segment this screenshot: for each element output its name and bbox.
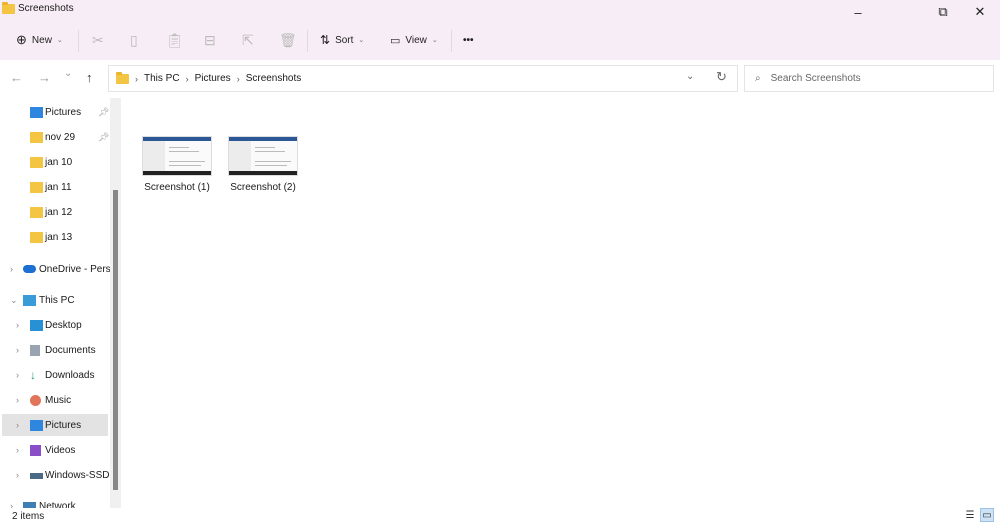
pictures-icon	[30, 419, 43, 431]
close-button[interactable]: ✕	[962, 2, 998, 22]
chevron-down-icon: ⌄	[56, 37, 63, 44]
breadcrumb-screenshots[interactable]: Screenshots	[246, 73, 302, 84]
address-bar[interactable]: › This PC › Pictures › Screenshots	[108, 65, 738, 92]
search-input[interactable]: Search Screenshots	[771, 73, 861, 84]
file-thumbnail	[228, 136, 298, 176]
sidebar-item-jan-11[interactable]: jan 11	[2, 176, 108, 198]
pin-icon[interactable]: 📌︎	[98, 132, 109, 143]
download-icon: ↓	[30, 367, 36, 382]
pin-icon[interactable]: 📌︎	[98, 107, 109, 118]
music-icon	[30, 394, 41, 406]
file-name: Screenshot (2)	[230, 182, 296, 193]
address-dropdown-icon[interactable]: ⌄	[686, 71, 694, 82]
chevron-down-icon: ⌄	[431, 37, 438, 44]
computer-icon	[23, 294, 36, 306]
sidebar-item-jan-10[interactable]: jan 10	[2, 151, 108, 173]
thumbnail-view-button[interactable]: ▭	[980, 508, 994, 522]
chevron-right-icon[interactable]: ›	[16, 420, 19, 430]
rename-icon[interactable]: ⊟	[204, 27, 216, 53]
chevron-right-icon[interactable]: ›	[16, 370, 19, 380]
breadcrumb-this-pc[interactable]: This PC	[144, 73, 180, 84]
view-icon: ▭	[390, 34, 401, 47]
folder-icon	[30, 156, 43, 168]
window-title: Screenshots	[2, 1, 74, 14]
sidebar-scrollbar[interactable]	[110, 98, 121, 508]
sort-button[interactable]: ⇅ Sort ⌄	[320, 27, 364, 53]
search-icon: ⌕	[755, 73, 761, 84]
chevron-right-icon[interactable]: ›	[10, 264, 13, 274]
cloud-icon	[23, 265, 36, 273]
sidebar-item-music[interactable]: › Music	[2, 389, 108, 411]
new-button[interactable]: ⊕ New ⌄	[16, 27, 63, 53]
chevron-right-icon[interactable]: ›	[10, 501, 13, 508]
view-button[interactable]: ▭ View ⌄	[390, 27, 438, 53]
minimize-button[interactable]: –	[840, 2, 876, 22]
copy-icon[interactable]: ▯	[130, 27, 138, 53]
plus-circle-icon: ⊕	[16, 32, 27, 47]
sidebar-item-onedrive[interactable]: › OneDrive - Perso	[2, 258, 110, 280]
sidebar-item-pictures-quick[interactable]: Pictures 📌︎	[2, 101, 109, 123]
navigation-pane: Pictures 📌︎ nov 29 📌︎ jan 10 jan 11 jan …	[0, 98, 110, 508]
folder-icon	[30, 231, 43, 243]
details-view-button[interactable]: ☰	[963, 508, 977, 522]
chevron-right-icon[interactable]: ›	[16, 470, 19, 480]
sidebar-item-windows-ssd[interactable]: › Windows-SSD (	[2, 464, 110, 486]
scrollbar-thumb[interactable]	[113, 190, 118, 490]
forward-button[interactable]: →	[38, 70, 51, 85]
chevron-right-icon[interactable]: ›	[16, 345, 19, 355]
folder-icon	[116, 71, 129, 84]
recent-locations-button[interactable]: ⌄	[64, 68, 72, 79]
share-icon[interactable]: ⇱	[242, 27, 254, 53]
chevron-right-icon[interactable]: ›	[16, 445, 19, 455]
back-button[interactable]: ←	[10, 70, 23, 85]
sidebar-item-downloads[interactable]: › ↓ Downloads	[2, 364, 108, 386]
videos-icon	[30, 444, 41, 456]
file-item[interactable]: Screenshot (1)	[138, 136, 216, 193]
delete-icon[interactable]: 🗑︎	[279, 27, 297, 53]
sidebar-item-network[interactable]: › Network	[2, 495, 108, 508]
file-name: Screenshot (1)	[144, 182, 210, 193]
refresh-icon[interactable]: ↻	[716, 69, 727, 85]
desktop-icon	[30, 319, 43, 331]
file-thumbnail	[142, 136, 212, 176]
sidebar-item-documents[interactable]: › Documents	[2, 339, 108, 361]
drive-icon	[30, 473, 43, 479]
folder-icon	[30, 131, 43, 143]
sidebar-item-videos[interactable]: › Videos	[2, 439, 108, 461]
file-item[interactable]: Screenshot (2)	[224, 136, 302, 193]
sidebar-item-desktop[interactable]: › Desktop	[2, 314, 108, 336]
chevron-right-icon[interactable]: ›	[16, 395, 19, 405]
folder-icon	[30, 206, 43, 218]
chevron-down-icon[interactable]: ⌄	[10, 295, 18, 306]
breadcrumb-pictures[interactable]: Pictures	[195, 73, 231, 84]
sidebar-item-nov-29[interactable]: nov 29 📌︎	[2, 126, 109, 148]
more-options-button[interactable]: •••	[463, 27, 474, 53]
maximize-button[interactable]: ⧉	[925, 2, 961, 22]
chevron-down-icon: ⌄	[358, 37, 365, 44]
title-bar: Screenshots – ⧉ ✕ ⊕ New ⌄ ✂ ▯ 📋︎ ⊟ ⇱ 🗑︎ …	[0, 0, 1000, 60]
sidebar-item-pictures[interactable]: › Pictures	[2, 414, 108, 436]
status-item-count: 2 items	[12, 511, 45, 522]
sort-icon: ⇅	[320, 33, 331, 47]
pictures-icon	[30, 106, 43, 118]
cut-icon[interactable]: ✂	[92, 27, 104, 53]
file-list: Screenshot (1) Screenshot (2)	[130, 98, 990, 508]
sidebar-item-jan-13[interactable]: jan 13	[2, 226, 108, 248]
sidebar-item-this-pc[interactable]: ⌄ This PC	[2, 289, 108, 311]
sidebar-item-jan-12[interactable]: jan 12	[2, 201, 108, 223]
up-button[interactable]: ↑	[86, 70, 93, 85]
network-icon	[23, 502, 36, 508]
folder-icon	[30, 181, 43, 193]
documents-icon	[30, 344, 40, 356]
search-box[interactable]: ⌕ Search Screenshots	[744, 65, 994, 92]
folder-icon	[2, 1, 15, 14]
chevron-right-icon[interactable]: ›	[16, 320, 19, 330]
paste-icon[interactable]: 📋︎	[166, 27, 184, 53]
